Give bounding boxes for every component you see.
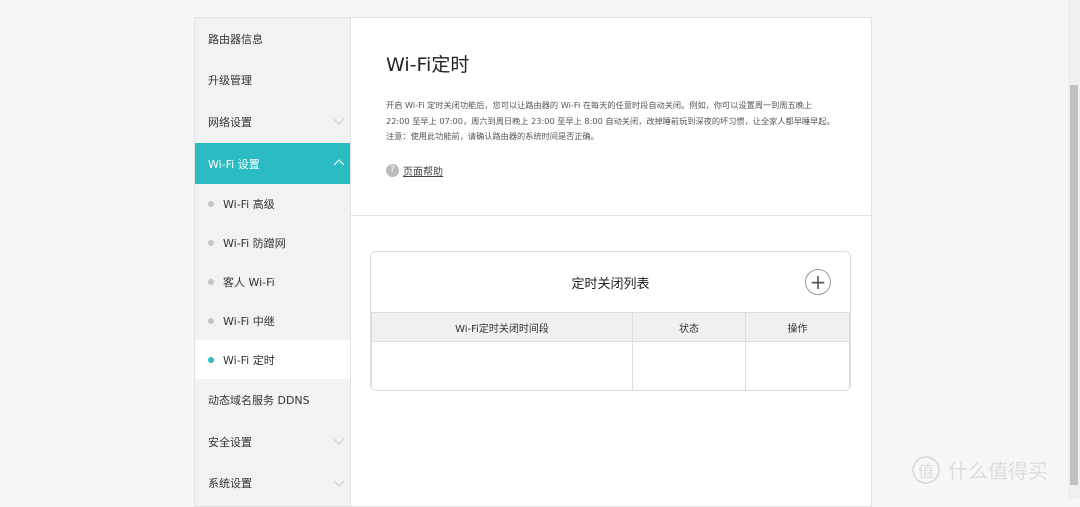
label: Wi-Fi 中继 bbox=[223, 314, 275, 328]
label: Wi-Fi 防蹭网 bbox=[223, 236, 286, 250]
dot-icon bbox=[208, 200, 214, 207]
list-title: 定时关闭列表 bbox=[571, 276, 650, 292]
sidebar-sub-guest-wifi[interactable]: 客人 Wi-Fi bbox=[195, 262, 350, 301]
note: 注意：使用此功能前，请确认路由器的系统时间是否正确。 bbox=[386, 131, 599, 141]
table-row bbox=[371, 341, 850, 390]
label: Wi-Fi 高级 bbox=[223, 197, 275, 211]
sidebar-item-wifi[interactable]: Wi-Fi 设置 bbox=[195, 142, 350, 185]
sidebar-sub-wifi-relay[interactable]: Wi-Fi 中继 bbox=[195, 301, 350, 340]
column-header: Wi-Fi定时关闭时间段 bbox=[371, 312, 633, 342]
sidebar-sub-wifi-timer[interactable]: Wi-Fi 定时 bbox=[195, 340, 350, 380]
label: 路由器信息 bbox=[208, 32, 263, 46]
cell bbox=[371, 341, 633, 390]
dot-icon bbox=[208, 356, 214, 363]
label: Wi-Fi 定时 bbox=[223, 353, 275, 367]
sidebar-item-ddns[interactable]: 动态域名服务 DDNS bbox=[195, 379, 350, 421]
plus-icon: + bbox=[809, 270, 827, 294]
dot-icon bbox=[208, 317, 214, 324]
watermark-text: 什么值得买 bbox=[948, 459, 1048, 483]
sidebar-item-security[interactable]: 安全设置 bbox=[195, 421, 350, 463]
sidebar-item-router-info[interactable]: 路由器信息 bbox=[195, 18, 350, 60]
label: 客人 Wi-Fi bbox=[223, 275, 275, 289]
cell bbox=[632, 341, 746, 390]
column-header: 状态 bbox=[632, 312, 746, 342]
description: 开启 Wi-Fi 定时关闭功能后，您可以让路由器的 Wi-Fi 在每天的任意时段… bbox=[386, 100, 835, 126]
dot-icon bbox=[208, 278, 214, 285]
chevron-up-icon bbox=[334, 159, 344, 166]
scrollbar-thumb[interactable] bbox=[1070, 85, 1078, 485]
page-header: Wi-Fi定时 开启 Wi-Fi 定时关闭功能后，您可以让路由器的 Wi-Fi … bbox=[351, 18, 871, 216]
dot-icon bbox=[208, 239, 214, 246]
sidebar-sub-wifi-anti-leech[interactable]: Wi-Fi 防蹭网 bbox=[195, 223, 350, 262]
label: 系统设置 bbox=[208, 477, 252, 491]
column-header: 操作 bbox=[745, 312, 850, 342]
label: Wi-Fi 设置 bbox=[208, 157, 260, 171]
watermark-logo: 值 bbox=[912, 455, 940, 484]
question-icon: ? bbox=[386, 163, 399, 177]
scrollbar[interactable] bbox=[1068, 0, 1080, 499]
label: 升级管理 bbox=[208, 74, 252, 88]
router-panel: 路由器信息 升级管理 网络设置 Wi-Fi 设置 Wi-Fi 高级 Wi-Fi … bbox=[194, 17, 872, 507]
label: 动态域名服务 DDNS bbox=[208, 394, 310, 408]
watermark: 值什么值得买 bbox=[912, 455, 1048, 484]
timer-list-card: 定时关闭列表 + Wi-Fi定时关闭时间段 状态 操作 bbox=[370, 251, 851, 391]
sidebar-item-system[interactable]: 系统设置 bbox=[195, 463, 350, 505]
timer-table: Wi-Fi定时关闭时间段 状态 操作 bbox=[371, 312, 850, 390]
label: 安全设置 bbox=[208, 435, 252, 449]
help-label: 页面帮助 bbox=[403, 166, 443, 178]
main-content: Wi-Fi定时 开启 Wi-Fi 定时关闭功能后，您可以让路由器的 Wi-Fi … bbox=[351, 18, 871, 506]
sidebar: 路由器信息 升级管理 网络设置 Wi-Fi 设置 Wi-Fi 高级 Wi-Fi … bbox=[195, 18, 351, 506]
page-title: Wi-Fi定时 bbox=[386, 54, 470, 76]
chevron-down-icon bbox=[334, 118, 344, 125]
sidebar-item-upgrade[interactable]: 升级管理 bbox=[195, 60, 350, 102]
sidebar-item-network[interactable]: 网络设置 bbox=[195, 101, 350, 143]
page-help-link[interactable]: ? 页面帮助 bbox=[386, 163, 836, 178]
chevron-down-icon bbox=[334, 480, 344, 487]
sidebar-sub-wifi-advanced[interactable]: Wi-Fi 高级 bbox=[195, 184, 350, 223]
add-button[interactable]: + bbox=[805, 269, 831, 295]
chevron-down-icon bbox=[334, 438, 344, 445]
cell bbox=[745, 341, 850, 390]
label: 网络设置 bbox=[208, 115, 252, 129]
